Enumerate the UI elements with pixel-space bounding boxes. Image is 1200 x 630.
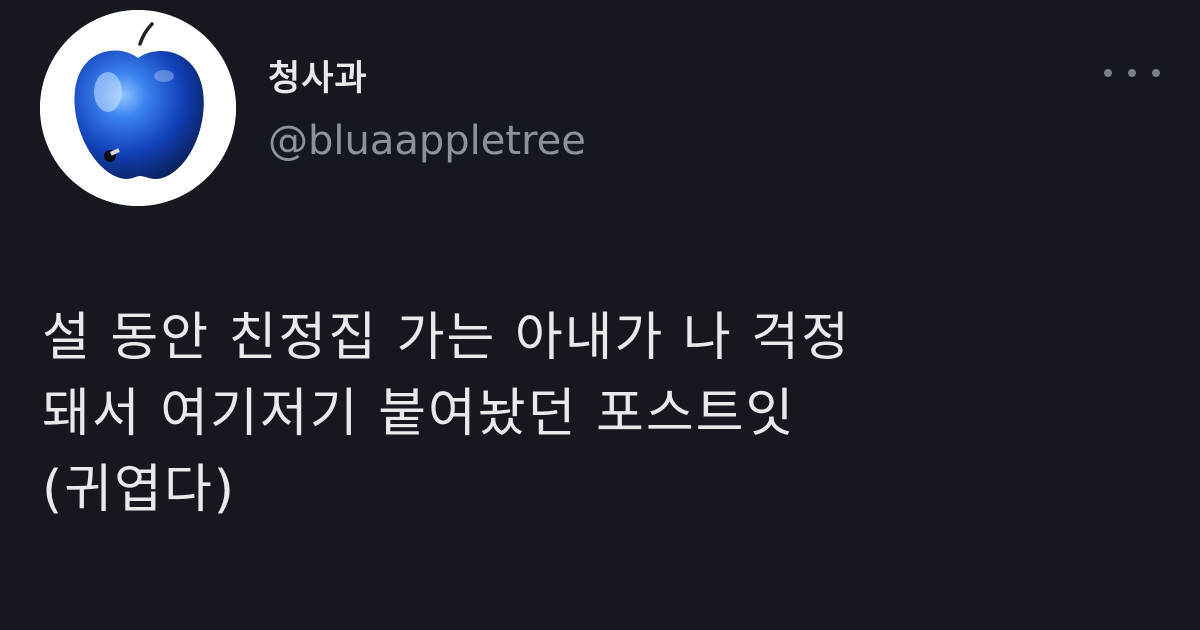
user-handle[interactable]: @bluaappletree <box>268 118 586 164</box>
more-dot <box>1152 69 1160 77</box>
tweet-text-line: 돼서 여기저기 붙여놨던 포스트잇 <box>42 384 796 444</box>
blue-apple-icon <box>40 10 236 206</box>
avatar[interactable] <box>40 10 236 206</box>
tweet-text: 설 동안 친정집 가는 아내가 나 걱정 돼서 여기저기 붙여놨던 포스트잇 (… <box>42 300 1172 528</box>
tweet-text-line: 설 동안 친정집 가는 아내가 나 걱정 <box>42 308 851 368</box>
more-dot <box>1104 69 1112 77</box>
more-options-icon[interactable] <box>1104 58 1160 88</box>
tweet-card: 청사과 @bluaappletree 설 동안 친정집 가는 아내가 나 걱정 … <box>0 0 1200 630</box>
display-name[interactable]: 청사과 <box>268 50 368 101</box>
tweet-text-line: (귀엽다) <box>42 460 237 520</box>
more-dot <box>1128 69 1136 77</box>
